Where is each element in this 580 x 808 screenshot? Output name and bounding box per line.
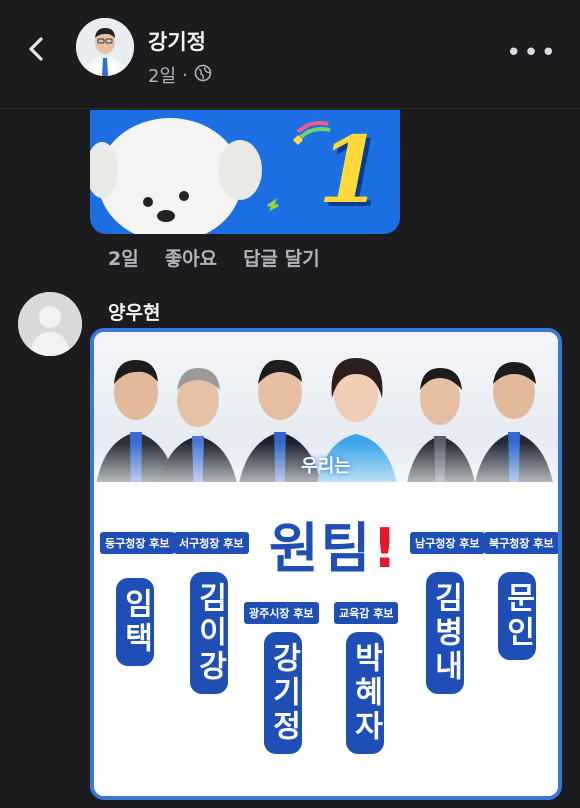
reply-button[interactable]: 답글 달기: [243, 244, 320, 271]
candidate-tag: 서구청장 후보: [174, 532, 249, 554]
puppy-sticker: 1: [90, 110, 400, 234]
post-meta: 2일 ·: [148, 62, 212, 88]
poster-slogan: 우리는: [301, 456, 351, 477]
candidate-tag: 남구청장 후보: [410, 532, 485, 554]
candidate-tag: 교육감 후보: [334, 602, 399, 624]
poster-team-text: 원팀!: [269, 504, 399, 583]
more-options-icon[interactable]: •••: [506, 38, 558, 68]
candidate-name: 박혜자: [346, 632, 384, 754]
like-button[interactable]: 좋아요: [165, 244, 217, 271]
author-name[interactable]: 강기정: [148, 26, 206, 56]
post-header: 강기정 2일 · •••: [0, 0, 580, 109]
candidate-name: 임택: [116, 578, 154, 666]
candidate-tag: 북구청장 후보: [484, 532, 558, 554]
candidate-name: 김이강: [190, 572, 228, 694]
commenter-name[interactable]: 양우현: [108, 298, 160, 325]
team-exclamation: !: [372, 517, 400, 580]
campaign-poster-image[interactable]: 우리는 동구청장 후보 서구청장 후보 광주시장 후보 교육감 후보 남구청장 …: [90, 328, 562, 800]
candidate-tag: 동구청장 후보: [100, 532, 175, 554]
author-avatar[interactable]: [76, 18, 134, 76]
candidate-name: 문인: [498, 572, 536, 660]
comment-time: 2일: [108, 248, 139, 270]
back-icon[interactable]: [22, 34, 52, 64]
meta-separator: ·: [182, 64, 188, 86]
candidate-name: 김병내: [426, 572, 464, 694]
team-text: 원팀: [269, 517, 373, 580]
sticker-number: 1: [317, 116, 382, 224]
comment-actions: 2일 좋아요 답글 달기: [108, 244, 320, 271]
candidate-name: 강기정: [264, 632, 302, 754]
candidate-tag: 광주시장 후보: [244, 602, 319, 624]
globe-icon: [194, 64, 212, 87]
post-time[interactable]: 2일: [148, 62, 176, 88]
poster-photo-area: 우리는: [94, 332, 558, 502]
commenter-avatar[interactable]: [18, 292, 82, 356]
